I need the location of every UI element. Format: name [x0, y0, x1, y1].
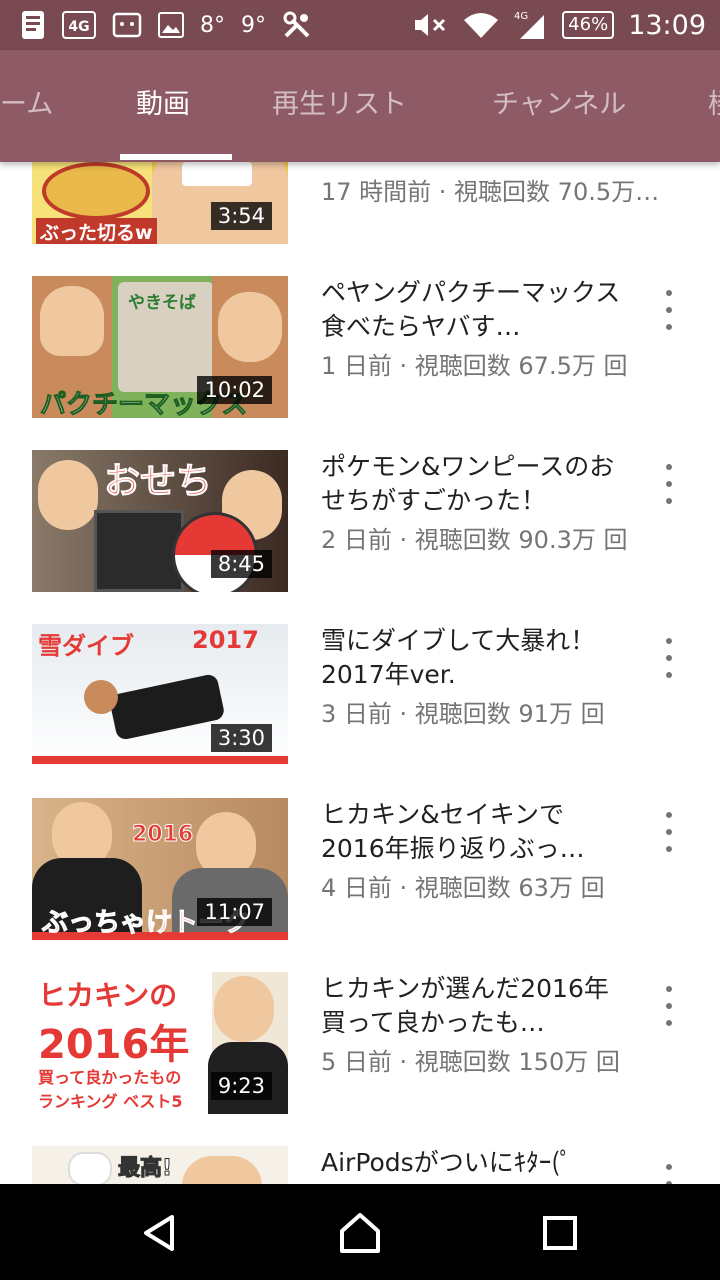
video-thumbnail[interactable]: 最高!	[32, 1146, 288, 1184]
tab-home[interactable]: ーム	[0, 50, 53, 162]
list-item[interactable]: 2016 ぶっちゃけトーク 11:07 ヒカキン&セイキンで2016年振り返りぶ…	[0, 798, 720, 940]
tab-about[interactable]: 楼	[708, 50, 720, 162]
video-title[interactable]: ペヤングパクチーマックス食べたらヤバす…	[321, 276, 621, 344]
more-options-button[interactable]	[655, 1160, 683, 1184]
video-duration: 8:45	[210, 550, 272, 578]
status-icons-right: 4G 46% 13:09	[412, 8, 706, 42]
video-title[interactable]: 雪にダイブして大暴れ！2017年ver.	[321, 624, 621, 692]
battery-indicator: 46%	[562, 11, 615, 39]
temperature-2: 9°	[241, 12, 266, 38]
video-thumbnail[interactable]: おせち 8:45	[32, 450, 288, 592]
tools-icon	[282, 10, 312, 40]
thumbnail-product: やきそば	[128, 293, 196, 313]
cast-icon	[112, 10, 142, 40]
more-options-button[interactable]	[655, 634, 683, 682]
video-duration: 9:23	[210, 1072, 272, 1100]
four-g-icon: 4G	[62, 10, 96, 40]
status-bar: 4G 8° 9° 4G 46% 13:09	[0, 0, 720, 50]
list-item[interactable]: 最高! AirPodsがついにｷﾀｰ(ﾟ	[0, 1146, 720, 1184]
system-nav-bar	[0, 1184, 720, 1280]
video-meta: 3 日前 · 視聴回数 91万 回	[321, 700, 605, 728]
video-duration: 11:07	[197, 898, 272, 926]
thumbnail-caption: ぶった切るw	[36, 218, 157, 244]
video-meta: 1 日前 · 視聴回数 67.5万 回	[321, 352, 628, 380]
thumbnail-year: 2017	[192, 626, 259, 654]
svg-text:4G: 4G	[514, 11, 528, 22]
video-title[interactable]: AirPodsがついにｷﾀｰ(ﾟ	[321, 1146, 621, 1180]
video-meta: 4 日前 · 視聴回数 63万 回	[321, 874, 605, 902]
image-icon	[158, 10, 184, 40]
video-thumbnail[interactable]: 雪ダイブ 2017 3:30	[32, 624, 288, 766]
thumbnail-caption: 雪ダイブ	[38, 632, 134, 660]
tab-videos[interactable]: 動画	[136, 50, 190, 162]
clock: 13:09	[628, 9, 706, 41]
signal-icon: 4G	[514, 10, 548, 40]
video-duration: 3:30	[210, 724, 272, 752]
video-duration: 10:02	[197, 376, 272, 404]
video-duration: 3:54	[210, 202, 272, 230]
video-thumbnail[interactable]: やきそば パクチーマックス 10:02	[32, 276, 288, 418]
back-icon[interactable]	[130, 1208, 190, 1258]
more-options-button[interactable]	[655, 460, 683, 508]
video-title[interactable]: ヒカキン&セイキンで2016年振り返りぶっ…	[321, 798, 621, 866]
thumbnail-caption: 最高!	[117, 1156, 173, 1182]
list-item[interactable]: やきそば パクチーマックス 10:02 ペヤングパクチーマックス食べたらヤバす……	[0, 276, 720, 418]
mute-icon	[412, 10, 448, 40]
more-options-button[interactable]	[655, 982, 683, 1030]
notification-icon	[20, 10, 46, 40]
list-item[interactable]: おせち 8:45 ポケモン&ワンピースのおせちがすごかった！ 2 日前 · 視聴…	[0, 450, 720, 592]
thumbnail-caption: おせち	[103, 461, 213, 503]
video-thumbnail[interactable]: ぶった切るw 3:54	[32, 162, 288, 244]
list-item[interactable]: ぶった切るw 3:54 17 時間前 · 視聴回数 70.5万…	[0, 162, 720, 244]
video-thumbnail[interactable]: ヒカキンの 2016年 買って良かったもの ランキング ベスト5 9:23	[32, 972, 288, 1114]
list-item[interactable]: ヒカキンの 2016年 買って良かったもの ランキング ベスト5 9:23 ヒカ…	[0, 972, 720, 1114]
video-thumbnail[interactable]: 2016 ぶっちゃけトーク 11:07	[32, 798, 288, 940]
thumbnail-subtitle: 買って良かったもの	[38, 1068, 182, 1087]
more-options-button[interactable]	[655, 286, 683, 334]
wifi-icon	[462, 10, 500, 40]
status-icons-left: 4G 8° 9°	[20, 8, 312, 42]
more-options-button[interactable]	[655, 808, 683, 856]
video-title[interactable]: ポケモン&ワンピースのおせちがすごかった！	[321, 450, 621, 518]
video-meta: 2 日前 · 視聴回数 90.3万 回	[321, 526, 628, 554]
tab-playlists[interactable]: 再生リスト	[272, 50, 407, 162]
recents-icon[interactable]	[530, 1208, 590, 1258]
thumbnail-year: 2016年	[38, 1022, 190, 1068]
video-meta: 5 日前 · 視聴回数 150万 回	[321, 1048, 620, 1076]
channel-tab-bar: ーム 動画 再生リスト チャンネル 楼	[0, 50, 720, 162]
thumbnail-year: 2016	[131, 822, 194, 848]
thumbnail-subtitle-2: ランキング ベスト5	[38, 1092, 183, 1111]
active-tab-indicator	[120, 154, 232, 160]
svg-text:4G: 4G	[68, 19, 89, 35]
video-list[interactable]: ぶった切るw 3:54 17 時間前 · 視聴回数 70.5万… やきそば パク…	[0, 162, 720, 1184]
tab-channels[interactable]: チャンネル	[492, 50, 626, 162]
video-meta: 17 時間前 · 視聴回数 70.5万…	[321, 178, 660, 206]
video-title[interactable]: ヒカキンが選んだ2016年買って良かったも…	[321, 972, 621, 1040]
home-icon[interactable]	[330, 1208, 390, 1258]
list-item[interactable]: 雪ダイブ 2017 3:30 雪にダイブして大暴れ！2017年ver. 3 日前…	[0, 624, 720, 766]
temperature-1: 8°	[200, 12, 225, 38]
thumbnail-caption: ヒカキンの	[38, 979, 178, 1012]
